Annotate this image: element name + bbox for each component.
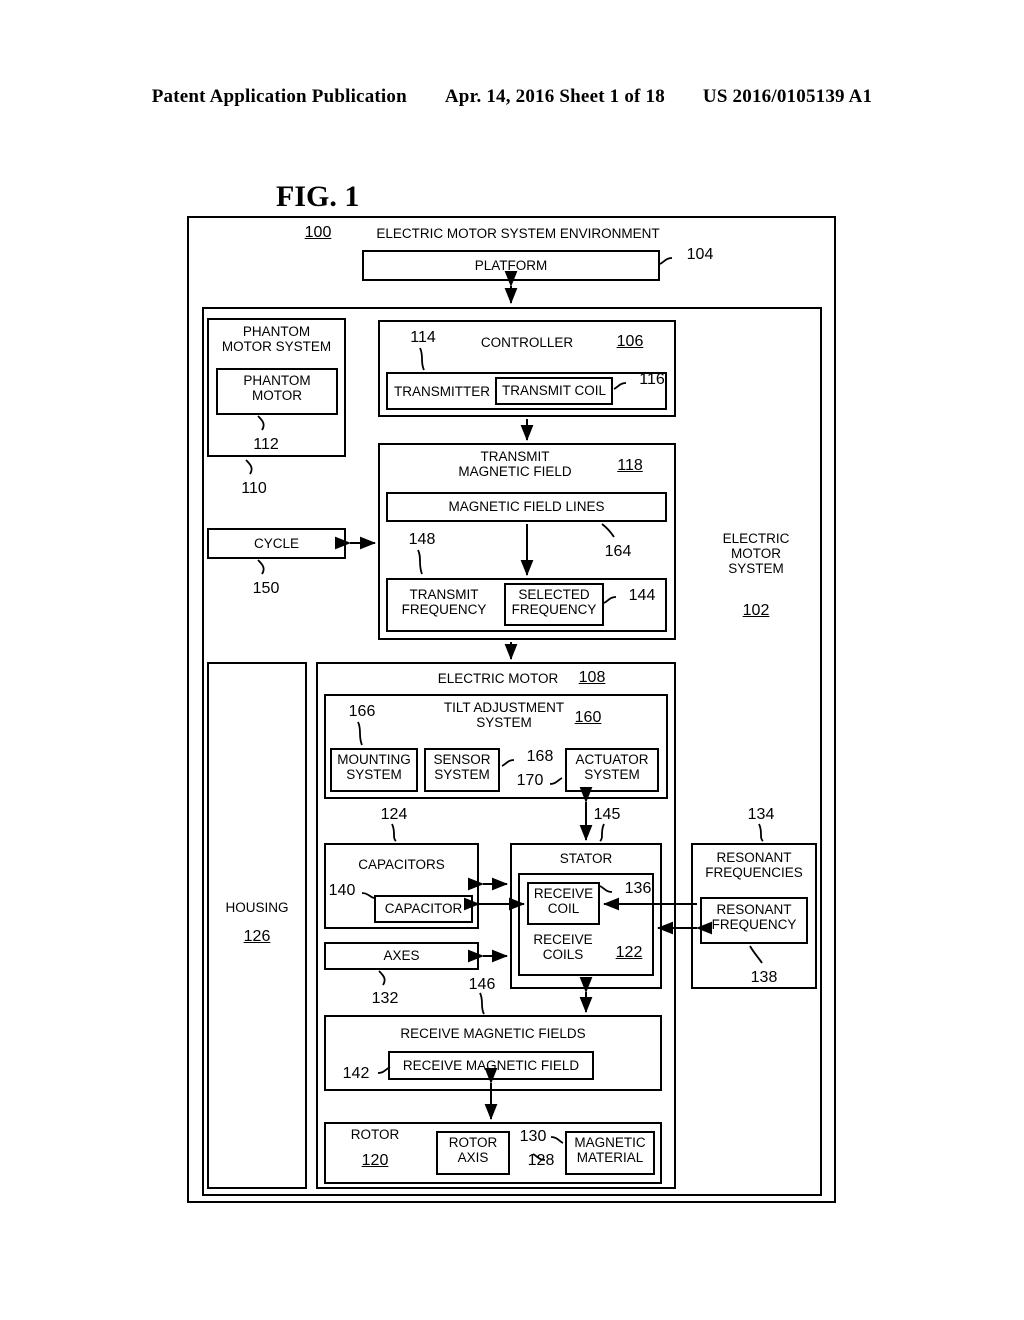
capacitor-ref: 140 [328,882,356,899]
rotor-axis-ref: 128 [527,1152,555,1169]
cycle-box[interactable]: CYCLE [207,528,346,559]
environment-title: ELECTRIC MOTOR SYSTEM ENVIRONMENT [376,226,660,241]
sensor-system-label: SENSOR SYSTEM [433,752,491,783]
electric-motor-system-ref: 102 [742,602,770,619]
receive-magnetic-field-label: RECEIVE MAGNETIC FIELD [402,1057,580,1073]
patent-number-label: US 2016/0105139 A1 [702,86,873,107]
housing-ref: 126 [243,928,271,945]
receive-magnetic-field-box[interactable]: RECEIVE MAGNETIC FIELD [388,1051,594,1080]
electric-motor-label: ELECTRIC MOTOR [437,671,559,686]
rotor-axis-label: ROTOR AXIS [448,1135,498,1166]
actuator-system-ref: 170 [516,772,544,789]
transmitter-ref: 114 [410,329,436,346]
housing-box[interactable] [207,662,307,1189]
receive-coils-ref: 122 [615,944,643,961]
receive-coil-ref: 136 [624,880,652,897]
phantom-motor-system-ref: 110 [241,480,267,497]
platform-label: PLATFORM [474,257,548,273]
selected-frequency-label: SELECTED FREQUENCY [511,587,597,618]
phantom-motor-label: PHANTOM MOTOR [243,373,311,404]
receive-coils-label: RECEIVE COILS [533,932,593,963]
mounting-system-ref: 166 [348,703,376,720]
magnetic-field-lines-label: MAGNETIC FIELD LINES [448,499,605,515]
electric-motor-ref: 108 [578,669,606,686]
transmit-magnetic-field-ref: 118 [617,457,643,474]
actuator-system-label: ACTUATOR SYSTEM [575,752,649,783]
controller-ref: 106 [616,333,644,350]
transmitter-label: TRANSMITTER [394,384,490,399]
page-header: Patent Application Publication Apr. 14, 2… [0,86,1024,108]
resonant-frequencies-ref: 134 [747,806,775,823]
date-sheet-label: Apr. 14, 2016 Sheet 1 of 18 [444,86,665,107]
magnetic-field-lines-ref: 164 [604,543,632,560]
tilt-adjustment-system-label: TILT ADJUSTMENT SYSTEM [443,700,565,731]
transmit-coil-box[interactable]: TRANSMIT COIL [495,377,613,405]
phantom-motor-ref: 112 [253,436,279,453]
controller-label: CONTROLLER [480,335,574,350]
platform-ref: 104 [686,246,714,263]
publication-label: Patent Application Publication [151,86,407,107]
tilt-adjustment-system-ref: 160 [574,709,602,726]
receive-magnetic-field-ref: 142 [342,1065,370,1082]
resonant-frequency-ref: 138 [750,969,778,986]
transmit-coil-label: TRANSMIT COIL [501,383,606,399]
receive-magnetic-fields-label: RECEIVE MAGNETIC FIELDS [400,1026,586,1041]
axes-box[interactable]: AXES [324,942,479,970]
transmit-frequency-label: TRANSMIT FREQUENCY [401,587,487,618]
sensor-system-ref: 168 [526,748,554,765]
housing-label: HOUSING [225,900,289,915]
environment-ref: 100 [304,224,332,241]
magnetic-material-label: MAGNETIC MATERIAL [574,1135,646,1166]
cycle-label: CYCLE [253,535,299,551]
transmit-frequency-ref: 148 [408,531,436,548]
transmit-coil-ref: 116 [639,371,665,388]
cycle-ref: 150 [252,580,280,597]
electric-motor-system-label: ELECTRIC MOTOR SYSTEM [722,531,790,577]
resonant-frequency-label: RESONANT FREQUENCY [711,902,797,933]
resonant-frequencies-label: RESONANT FREQUENCIES [705,850,803,881]
mounting-system-label: MOUNTING SYSTEM [337,752,411,783]
capacitor-label: CAPACITOR [384,901,463,917]
receive-magnetic-fields-ref: 146 [468,976,496,993]
receive-coil-label: RECEIVE COIL [533,886,594,917]
figure-label: FIG. 1 [276,180,360,213]
stator-label: STATOR [559,851,613,866]
transmit-magnetic-field-label: TRANSMIT MAGNETIC FIELD [458,449,572,480]
rotor-label: ROTOR [350,1127,400,1142]
platform-box[interactable]: PLATFORM [362,250,660,281]
capacitors-label: CAPACITORS [358,857,445,872]
stator-ref: 145 [593,806,621,823]
phantom-motor-system-label: PHANTOM MOTOR SYSTEM [221,324,332,355]
magnetic-field-lines-box[interactable]: MAGNETIC FIELD LINES [386,492,667,522]
selected-frequency-ref: 144 [628,587,656,604]
magnetic-material-ref: 130 [519,1128,547,1145]
axes-label: AXES [383,948,420,964]
rotor-ref: 120 [361,1152,389,1169]
capacitors-ref: 124 [380,806,408,823]
axes-ref: 132 [371,990,399,1007]
capacitor-box[interactable]: CAPACITOR [374,895,473,923]
